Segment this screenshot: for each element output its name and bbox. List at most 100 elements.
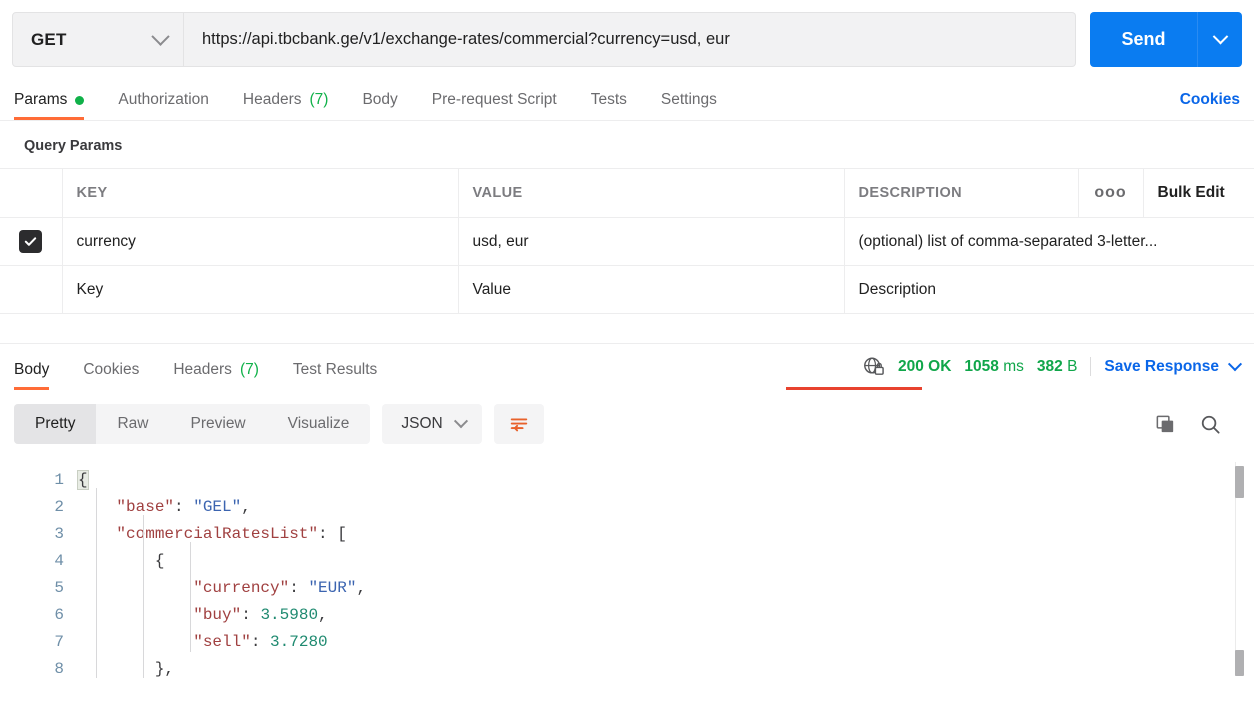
code-line: "currency": "EUR",	[78, 575, 1254, 602]
view-mode-segmented-control: PrettyRawPreviewVisualize	[14, 404, 370, 444]
view-mode-raw[interactable]: Raw	[96, 404, 169, 444]
word-wrap-button[interactable]	[494, 404, 544, 444]
column-header-description: DESCRIPTION	[844, 169, 1078, 218]
column-header-value: VALUE	[458, 169, 844, 218]
tab-label: Headers	[173, 361, 232, 379]
viewer-actions	[1154, 413, 1240, 436]
row-checkbox-cell[interactable]	[0, 266, 62, 314]
code-token: 3.7280	[270, 633, 328, 651]
code-token: "EUR"	[308, 579, 356, 597]
http-method-select[interactable]: GET	[12, 12, 184, 67]
horizontal-scrollbar-thumb[interactable]	[1235, 650, 1244, 676]
cookies-link[interactable]: Cookies	[1180, 91, 1240, 120]
param-value-input[interactable]: Value	[458, 266, 844, 314]
response-tab-test-results[interactable]: Test Results	[293, 361, 377, 390]
param-value-cell[interactable]: usd, eur	[458, 218, 844, 266]
code-token: "sell"	[193, 633, 251, 651]
response-tab-cookies[interactable]: Cookies	[83, 361, 139, 390]
code-token: "buy"	[193, 606, 241, 624]
code-token: "currency"	[193, 579, 289, 597]
status-code: 200 OK	[898, 358, 951, 376]
status-divider	[1090, 357, 1091, 376]
chevron-down-icon	[1228, 357, 1242, 371]
param-description-input[interactable]: Description	[844, 266, 1254, 314]
indent-guide	[143, 515, 144, 678]
code-token: :	[251, 633, 270, 651]
request-tab-settings[interactable]: Settings	[661, 91, 717, 120]
code-token: "commercialRatesList"	[116, 525, 318, 543]
param-key-input[interactable]: Key	[62, 266, 458, 314]
table-row: Key Value Description	[0, 266, 1254, 314]
indent-guide	[96, 488, 97, 678]
panel-splitter[interactable]	[0, 314, 1254, 344]
code-token: {	[78, 471, 88, 489]
column-header-key: KEY	[62, 169, 458, 218]
request-tab-tests[interactable]: Tests	[591, 91, 627, 120]
response-tab-headers[interactable]: Headers (7)	[173, 361, 259, 390]
table-options-button[interactable]: ooo	[1078, 169, 1143, 218]
request-tabs: Params Authorization Headers (7) Body Pre-req…	[0, 78, 1254, 120]
line-number: 4	[0, 548, 64, 575]
row-checkbox-cell[interactable]	[0, 218, 62, 266]
url-input[interactable]: https://api.tbcbank.ge/v1/exchange-rates…	[184, 12, 1076, 67]
bulk-edit-button[interactable]: Bulk Edit	[1143, 169, 1254, 218]
request-tab-headers[interactable]: Headers (7)	[243, 91, 329, 120]
indent-guide	[190, 542, 191, 652]
param-description-cell[interactable]: (optional) list of comma-separated 3-let…	[844, 218, 1254, 266]
vertical-scrollbar-thumb[interactable]	[1235, 466, 1244, 498]
more-options-icon: ooo	[1094, 184, 1126, 201]
tab-label: Body	[362, 91, 397, 109]
query-params-table: KEY VALUE DESCRIPTION ooo Bulk Edit curr…	[0, 168, 1254, 314]
table-row: currency usd, eur (optional) list of com…	[0, 218, 1254, 266]
search-button[interactable]	[1199, 413, 1222, 436]
response-viewer-toolbar: PrettyRawPreviewVisualize JSON	[0, 390, 1254, 457]
code-token: ,	[241, 498, 251, 516]
globe-lock-icon[interactable]	[862, 355, 885, 378]
code-token	[78, 525, 116, 543]
request-tab-authorization[interactable]: Authorization	[118, 91, 208, 120]
tab-label: Authorization	[118, 91, 208, 109]
code-line: "sell": 3.7280	[78, 629, 1254, 656]
save-response-button[interactable]: Save Response	[1104, 358, 1240, 376]
code-token: },	[78, 660, 174, 678]
code-token: 3.5980	[260, 606, 318, 624]
send-options-button[interactable]	[1197, 12, 1242, 67]
response-time: 1058 ms	[964, 358, 1023, 376]
request-tab-params[interactable]: Params	[14, 91, 84, 120]
line-number: 8	[0, 656, 64, 679]
code-token	[78, 498, 116, 516]
tab-label: Params	[14, 91, 67, 109]
response-format-select[interactable]: JSON	[382, 404, 481, 444]
tab-badge: (7)	[240, 361, 259, 379]
response-tab-body[interactable]: Body	[14, 361, 49, 390]
response-body-viewer[interactable]: 12345678 { "base": "GEL", "commercialRat…	[0, 457, 1254, 679]
line-number: 3	[0, 521, 64, 548]
copy-icon	[1154, 413, 1177, 436]
code-token: :	[289, 579, 308, 597]
param-key-cell[interactable]: currency	[62, 218, 458, 266]
send-button-group: Send	[1090, 12, 1242, 67]
tab-label: Pre-request Script	[432, 91, 557, 109]
checkbox-checked-icon[interactable]	[19, 230, 42, 253]
code-token: : [	[318, 525, 347, 543]
code-token: ,	[356, 579, 366, 597]
select-all-header	[0, 169, 62, 218]
response-size: 382 B	[1037, 358, 1078, 376]
code-line: "buy": 3.5980,	[78, 602, 1254, 629]
view-mode-visualize[interactable]: Visualize	[267, 404, 371, 444]
view-mode-preview[interactable]: Preview	[170, 404, 267, 444]
request-tab-body[interactable]: Body	[362, 91, 397, 120]
request-url-bar: GET https://api.tbcbank.ge/v1/exchange-r…	[0, 0, 1254, 78]
query-params-title: Query Params	[0, 121, 1254, 168]
copy-button[interactable]	[1154, 413, 1177, 436]
request-tab-pre-request-script[interactable]: Pre-request Script	[432, 91, 557, 120]
view-mode-pretty[interactable]: Pretty	[14, 404, 96, 444]
code-line: },	[78, 656, 1254, 679]
tab-badge: (7)	[309, 91, 328, 109]
send-button[interactable]: Send	[1090, 12, 1197, 67]
tab-label: Headers	[243, 91, 302, 109]
code-line: "commercialRatesList": [	[78, 521, 1254, 548]
line-number-gutter: 12345678	[0, 458, 78, 679]
code-token: :	[174, 498, 193, 516]
response-format-label: JSON	[401, 415, 442, 433]
